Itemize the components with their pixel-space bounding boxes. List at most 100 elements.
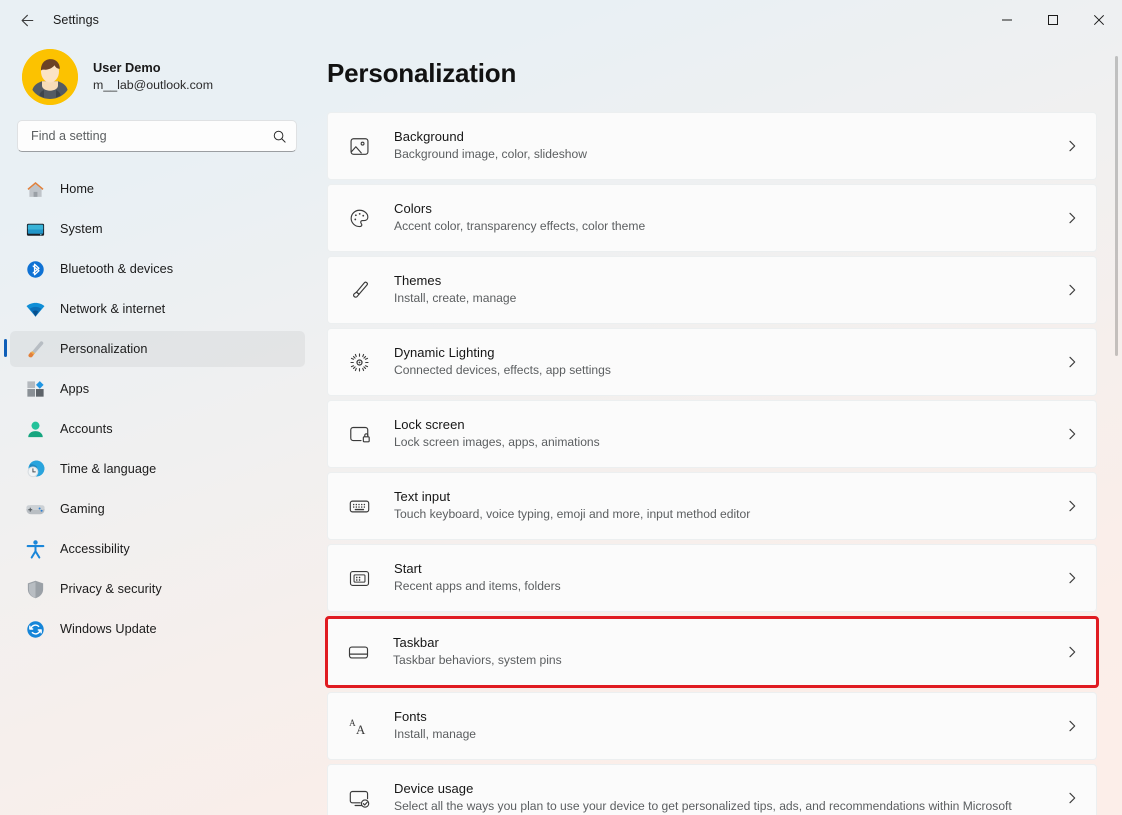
- paintbrush-icon: [346, 277, 372, 303]
- maximize-icon: [1047, 14, 1059, 26]
- settings-card-fonts[interactable]: A A Fonts Install, manage: [327, 692, 1097, 760]
- sidebar-item-label: System: [60, 222, 103, 236]
- settings-card-start[interactable]: Start Recent apps and items, folders: [327, 544, 1097, 612]
- settings-card-device-usage[interactable]: Device usage Select all the ways you pla…: [327, 764, 1097, 815]
- sidebar-item-network[interactable]: Network & internet: [10, 291, 305, 327]
- card-title: Colors: [394, 200, 1064, 218]
- back-arrow-icon: [17, 12, 34, 29]
- accessibility-icon: [24, 538, 46, 560]
- close-icon: [1093, 14, 1105, 26]
- sidebar-nav: Home System: [0, 171, 305, 815]
- account-block[interactable]: User Demo m__lab@outlook.com: [0, 40, 305, 112]
- settings-card-list: Background Background image, color, slid…: [327, 112, 1108, 815]
- settings-card-text-input[interactable]: Text input Touch keyboard, voice typing,…: [327, 472, 1097, 540]
- chevron-right-icon: [1064, 791, 1080, 805]
- sidebar-item-accessibility[interactable]: Accessibility: [10, 531, 305, 567]
- sidebar-item-personalization[interactable]: Personalization: [10, 331, 305, 367]
- card-text: Device usage Select all the ways you pla…: [394, 780, 1064, 815]
- main-pane: Personalization Background Background im…: [320, 40, 1122, 815]
- sidebar-item-accounts[interactable]: Accounts: [10, 411, 305, 447]
- card-text: Text input Touch keyboard, voice typing,…: [394, 488, 1064, 524]
- card-text: Themes Install, create, manage: [394, 272, 1064, 308]
- card-subtitle: Touch keyboard, voice typing, emoji and …: [394, 506, 1064, 524]
- dynamic-lighting-icon: [346, 349, 372, 375]
- sidebar-item-windows-update[interactable]: Windows Update: [10, 611, 305, 647]
- window-content: User Demo m__lab@outlook.com: [0, 40, 1122, 815]
- card-subtitle: Background image, color, slideshow: [394, 146, 1064, 164]
- card-subtitle: Recent apps and items, folders: [394, 578, 1064, 596]
- personalization-icon: [24, 338, 46, 360]
- sidebar-item-label: Time & language: [60, 462, 156, 476]
- sidebar-item-home[interactable]: Home: [10, 171, 305, 207]
- card-title: Text input: [394, 488, 1064, 506]
- sidebar-item-label: Accessibility: [60, 542, 130, 556]
- sidebar-item-label: Bluetooth & devices: [60, 262, 173, 276]
- minimize-icon: [1001, 14, 1013, 26]
- sidebar-item-time-language[interactable]: Time & language: [10, 451, 305, 487]
- network-icon: [24, 298, 46, 320]
- sidebar-item-label: Personalization: [60, 342, 148, 356]
- card-text: Background Background image, color, slid…: [394, 128, 1064, 164]
- back-button[interactable]: [8, 5, 42, 35]
- card-subtitle: Accent color, transparency effects, colo…: [394, 218, 1064, 236]
- search-input[interactable]: [31, 129, 272, 143]
- sidebar-item-gaming[interactable]: Gaming: [10, 491, 305, 527]
- chevron-right-icon: [1064, 499, 1080, 513]
- card-text: Dynamic Lighting Connected devices, effe…: [394, 344, 1064, 380]
- chevron-right-icon: [1064, 211, 1080, 225]
- window-controls: [984, 0, 1122, 40]
- bluetooth-icon: [24, 258, 46, 280]
- chevron-right-icon: [1064, 283, 1080, 297]
- start-icon: [346, 565, 372, 591]
- card-title: Dynamic Lighting: [394, 344, 1064, 362]
- chevron-right-icon: [1064, 645, 1080, 659]
- home-icon: [24, 178, 46, 200]
- settings-card-background[interactable]: Background Background image, color, slid…: [327, 112, 1097, 180]
- account-name: User Demo: [93, 60, 213, 77]
- sidebar-item-privacy-security[interactable]: Privacy & security: [10, 571, 305, 607]
- settings-card-taskbar[interactable]: Taskbar Taskbar behaviors, system pins: [325, 616, 1099, 688]
- apps-icon: [24, 378, 46, 400]
- card-title: Start: [394, 560, 1064, 578]
- search-box[interactable]: [17, 120, 297, 152]
- card-subtitle: Select all the ways you plan to use your…: [394, 798, 1064, 815]
- maximize-button[interactable]: [1030, 0, 1076, 40]
- sidebar: User Demo m__lab@outlook.com: [0, 40, 320, 815]
- settings-card-dynamic-lighting[interactable]: Dynamic Lighting Connected devices, effe…: [327, 328, 1097, 396]
- scrollbar[interactable]: [1110, 40, 1122, 815]
- settings-card-lock-screen[interactable]: Lock screen Lock screen images, apps, an…: [327, 400, 1097, 468]
- sidebar-item-label: Network & internet: [60, 302, 165, 316]
- time-language-icon: [24, 458, 46, 480]
- sidebar-item-label: Gaming: [60, 502, 105, 516]
- card-subtitle: Lock screen images, apps, animations: [394, 434, 1064, 452]
- card-text: Start Recent apps and items, folders: [394, 560, 1064, 596]
- search-icon: [272, 129, 287, 144]
- svg-text:A: A: [356, 722, 366, 736]
- settings-card-themes[interactable]: Themes Install, create, manage: [327, 256, 1097, 324]
- page-title: Personalization: [327, 40, 1108, 89]
- card-title: Background: [394, 128, 1064, 146]
- chevron-right-icon: [1064, 139, 1080, 153]
- sidebar-item-system[interactable]: System: [10, 211, 305, 247]
- system-icon: [24, 218, 46, 240]
- close-button[interactable]: [1076, 0, 1122, 40]
- sidebar-item-bluetooth[interactable]: Bluetooth & devices: [10, 251, 305, 287]
- settings-card-colors[interactable]: Colors Accent color, transparency effect…: [327, 184, 1097, 252]
- sidebar-item-apps[interactable]: Apps: [10, 371, 305, 407]
- settings-window: Settings: [0, 0, 1122, 815]
- card-subtitle: Install, create, manage: [394, 290, 1064, 308]
- sidebar-item-label: Privacy & security: [60, 582, 162, 596]
- card-title: Device usage: [394, 780, 1064, 798]
- card-subtitle: Connected devices, effects, app settings: [394, 362, 1064, 380]
- chevron-right-icon: [1064, 719, 1080, 733]
- title-bar: Settings: [0, 0, 1122, 40]
- sidebar-item-label: Windows Update: [60, 622, 157, 636]
- minimize-button[interactable]: [984, 0, 1030, 40]
- scrollbar-thumb[interactable]: [1115, 56, 1118, 356]
- card-subtitle: Taskbar behaviors, system pins: [393, 652, 1064, 670]
- avatar: [22, 49, 78, 105]
- fonts-icon: A A: [346, 713, 372, 739]
- card-text: Lock screen Lock screen images, apps, an…: [394, 416, 1064, 452]
- chevron-right-icon: [1064, 571, 1080, 585]
- chevron-right-icon: [1064, 427, 1080, 441]
